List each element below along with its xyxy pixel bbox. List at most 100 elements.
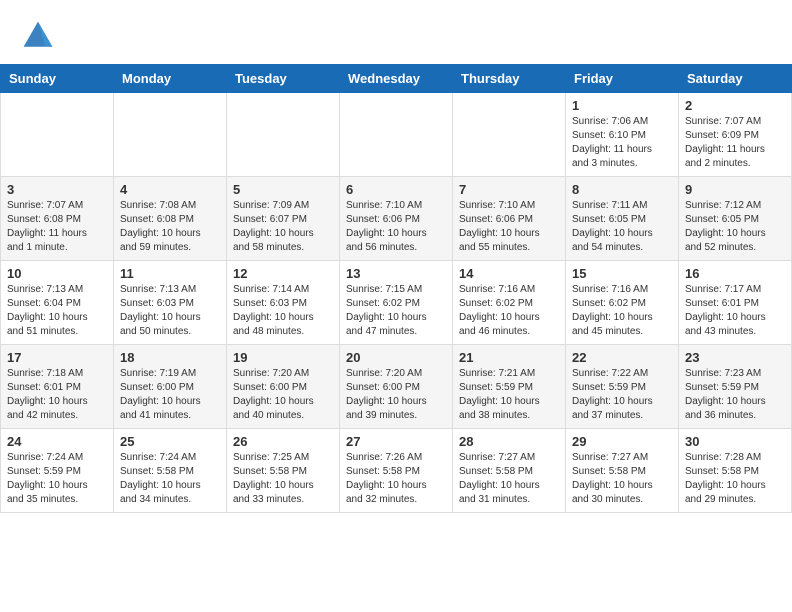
calendar-cell: 13 Sunrise: 7:15 AM Sunset: 6:02 PM Dayli… <box>340 261 453 345</box>
day-info: Sunrise: 7:21 AM Sunset: 5:59 PM Dayligh… <box>459 367 559 423</box>
day-info: Sunrise: 7:19 AM Sunset: 6:00 PM Dayligh… <box>120 367 220 423</box>
calendar-cell: 4 Sunrise: 7:08 AM Sunset: 6:08 PM Daylig… <box>114 177 227 261</box>
day-info: Sunrise: 7:16 AM Sunset: 6:02 PM Dayligh… <box>572 283 672 339</box>
calendar-cell: 28 Sunrise: 7:27 AM Sunset: 5:58 PM Dayli… <box>453 429 566 513</box>
calendar-cell: 18Sunrise: 7:19 AM Sunset: 6:00 PM Dayli… <box>114 345 227 429</box>
day-number: 5 <box>233 182 333 197</box>
weekday-header-thursday: Thursday <box>453 65 566 93</box>
day-number: 8 <box>572 182 672 197</box>
day-info: Sunrise: 7:27 AM Sunset: 5:58 PM Dayligh… <box>572 451 672 507</box>
calendar-cell: 24Sunrise: 7:24 AM Sunset: 5:59 PM Dayli… <box>1 429 114 513</box>
weekday-header-tuesday: Tuesday <box>227 65 340 93</box>
weekday-header-sunday: Sunday <box>1 65 114 93</box>
day-info: Sunrise: 7:20 AM Sunset: 6:00 PM Dayligh… <box>233 367 333 423</box>
day-info: Sunrise: 7:09 AM Sunset: 6:07 PM Dayligh… <box>233 199 333 255</box>
day-number: 2 <box>685 98 785 113</box>
day-info: Sunrise: 7:07 AM Sunset: 6:08 PM Dayligh… <box>7 199 107 255</box>
calendar-cell: 12 Sunrise: 7:14 AM Sunset: 6:03 PM Dayli… <box>227 261 340 345</box>
day-info: Sunrise: 7:10 AM Sunset: 6:06 PM Dayligh… <box>459 199 559 255</box>
calendar-cell: 2 Sunrise: 7:07 AM Sunset: 6:09 PM Daylig… <box>679 93 792 177</box>
day-number: 27 <box>346 434 446 449</box>
calendar-cell: 17Sunrise: 7:18 AM Sunset: 6:01 PM Dayli… <box>1 345 114 429</box>
calendar-cell: 6 Sunrise: 7:10 AM Sunset: 6:06 PM Daylig… <box>340 177 453 261</box>
day-number: 30 <box>685 434 785 449</box>
calendar-cell <box>1 93 114 177</box>
day-number: 15 <box>572 266 672 281</box>
day-info: Sunrise: 7:06 AM Sunset: 6:10 PM Dayligh… <box>572 115 672 171</box>
day-info: Sunrise: 7:27 AM Sunset: 5:58 PM Dayligh… <box>459 451 559 507</box>
calendar-cell: 29 Sunrise: 7:27 AM Sunset: 5:58 PM Dayli… <box>566 429 679 513</box>
day-number: 1 <box>572 98 672 113</box>
calendar-cell: 8 Sunrise: 7:11 AM Sunset: 6:05 PM Daylig… <box>566 177 679 261</box>
weekday-header-wednesday: Wednesday <box>340 65 453 93</box>
day-info: Sunrise: 7:14 AM Sunset: 6:03 PM Dayligh… <box>233 283 333 339</box>
week-row-2: 3 Sunrise: 7:07 AM Sunset: 6:08 PM Daylig… <box>1 177 792 261</box>
calendar-cell: 14 Sunrise: 7:16 AM Sunset: 6:02 PM Dayli… <box>453 261 566 345</box>
calendar-cell <box>340 93 453 177</box>
calendar-cell: 11Sunrise: 7:13 AM Sunset: 6:03 PM Dayli… <box>114 261 227 345</box>
calendar-cell: 22 Sunrise: 7:22 AM Sunset: 5:59 PM Dayli… <box>566 345 679 429</box>
day-info: Sunrise: 7:20 AM Sunset: 6:00 PM Dayligh… <box>346 367 446 423</box>
logo <box>20 18 60 54</box>
calendar-table: SundayMondayTuesdayWednesdayThursdayFrid… <box>0 64 792 513</box>
day-info: Sunrise: 7:12 AM Sunset: 6:05 PM Dayligh… <box>685 199 785 255</box>
day-number: 21 <box>459 350 559 365</box>
day-number: 28 <box>459 434 559 449</box>
weekday-header-saturday: Saturday <box>679 65 792 93</box>
weekday-header-row: SundayMondayTuesdayWednesdayThursdayFrid… <box>1 65 792 93</box>
day-number: 17 <box>7 350 107 365</box>
week-row-5: 24Sunrise: 7:24 AM Sunset: 5:59 PM Dayli… <box>1 429 792 513</box>
calendar-cell: 26 Sunrise: 7:25 AM Sunset: 5:58 PM Dayli… <box>227 429 340 513</box>
day-info: Sunrise: 7:28 AM Sunset: 5:58 PM Dayligh… <box>685 451 785 507</box>
calendar-cell: 30 Sunrise: 7:28 AM Sunset: 5:58 PM Dayli… <box>679 429 792 513</box>
day-info: Sunrise: 7:10 AM Sunset: 6:06 PM Dayligh… <box>346 199 446 255</box>
calendar-cell: 3 Sunrise: 7:07 AM Sunset: 6:08 PM Daylig… <box>1 177 114 261</box>
day-number: 13 <box>346 266 446 281</box>
day-number: 29 <box>572 434 672 449</box>
calendar-cell: 21 Sunrise: 7:21 AM Sunset: 5:59 PM Dayli… <box>453 345 566 429</box>
calendar-cell: 9 Sunrise: 7:12 AM Sunset: 6:05 PM Daylig… <box>679 177 792 261</box>
calendar-cell <box>227 93 340 177</box>
day-info: Sunrise: 7:25 AM Sunset: 5:58 PM Dayligh… <box>233 451 333 507</box>
day-number: 22 <box>572 350 672 365</box>
week-row-4: 17Sunrise: 7:18 AM Sunset: 6:01 PM Dayli… <box>1 345 792 429</box>
day-info: Sunrise: 7:07 AM Sunset: 6:09 PM Dayligh… <box>685 115 785 171</box>
calendar-cell <box>453 93 566 177</box>
weekday-header-monday: Monday <box>114 65 227 93</box>
day-number: 14 <box>459 266 559 281</box>
calendar-cell: 10 Sunrise: 7:13 AM Sunset: 6:04 PM Dayli… <box>1 261 114 345</box>
calendar-cell: 15 Sunrise: 7:16 AM Sunset: 6:02 PM Dayli… <box>566 261 679 345</box>
logo-icon <box>20 18 56 54</box>
calendar-cell: 20 Sunrise: 7:20 AM Sunset: 6:00 PM Dayli… <box>340 345 453 429</box>
day-number: 20 <box>346 350 446 365</box>
calendar-cell: 27Sunrise: 7:26 AM Sunset: 5:58 PM Dayli… <box>340 429 453 513</box>
day-info: Sunrise: 7:17 AM Sunset: 6:01 PM Dayligh… <box>685 283 785 339</box>
day-number: 4 <box>120 182 220 197</box>
day-info: Sunrise: 7:13 AM Sunset: 6:03 PM Dayligh… <box>120 283 220 339</box>
day-info: Sunrise: 7:08 AM Sunset: 6:08 PM Dayligh… <box>120 199 220 255</box>
day-number: 9 <box>685 182 785 197</box>
day-number: 10 <box>7 266 107 281</box>
header <box>0 0 792 64</box>
calendar-cell <box>114 93 227 177</box>
day-number: 25 <box>120 434 220 449</box>
day-info: Sunrise: 7:11 AM Sunset: 6:05 PM Dayligh… <box>572 199 672 255</box>
day-info: Sunrise: 7:13 AM Sunset: 6:04 PM Dayligh… <box>7 283 107 339</box>
day-number: 12 <box>233 266 333 281</box>
day-number: 6 <box>346 182 446 197</box>
calendar-cell: 5 Sunrise: 7:09 AM Sunset: 6:07 PM Daylig… <box>227 177 340 261</box>
day-info: Sunrise: 7:22 AM Sunset: 5:59 PM Dayligh… <box>572 367 672 423</box>
day-info: Sunrise: 7:15 AM Sunset: 6:02 PM Dayligh… <box>346 283 446 339</box>
calendar-cell: 1 Sunrise: 7:06 AM Sunset: 6:10 PM Daylig… <box>566 93 679 177</box>
day-number: 16 <box>685 266 785 281</box>
day-number: 19 <box>233 350 333 365</box>
day-number: 3 <box>7 182 107 197</box>
day-info: Sunrise: 7:16 AM Sunset: 6:02 PM Dayligh… <box>459 283 559 339</box>
calendar-cell: 25 Sunrise: 7:24 AM Sunset: 5:58 PM Dayli… <box>114 429 227 513</box>
calendar-cell: 7 Sunrise: 7:10 AM Sunset: 6:06 PM Daylig… <box>453 177 566 261</box>
calendar-cell: 19 Sunrise: 7:20 AM Sunset: 6:00 PM Dayli… <box>227 345 340 429</box>
day-number: 7 <box>459 182 559 197</box>
day-number: 26 <box>233 434 333 449</box>
day-info: Sunrise: 7:24 AM Sunset: 5:58 PM Dayligh… <box>120 451 220 507</box>
day-info: Sunrise: 7:24 AM Sunset: 5:59 PM Dayligh… <box>7 451 107 507</box>
